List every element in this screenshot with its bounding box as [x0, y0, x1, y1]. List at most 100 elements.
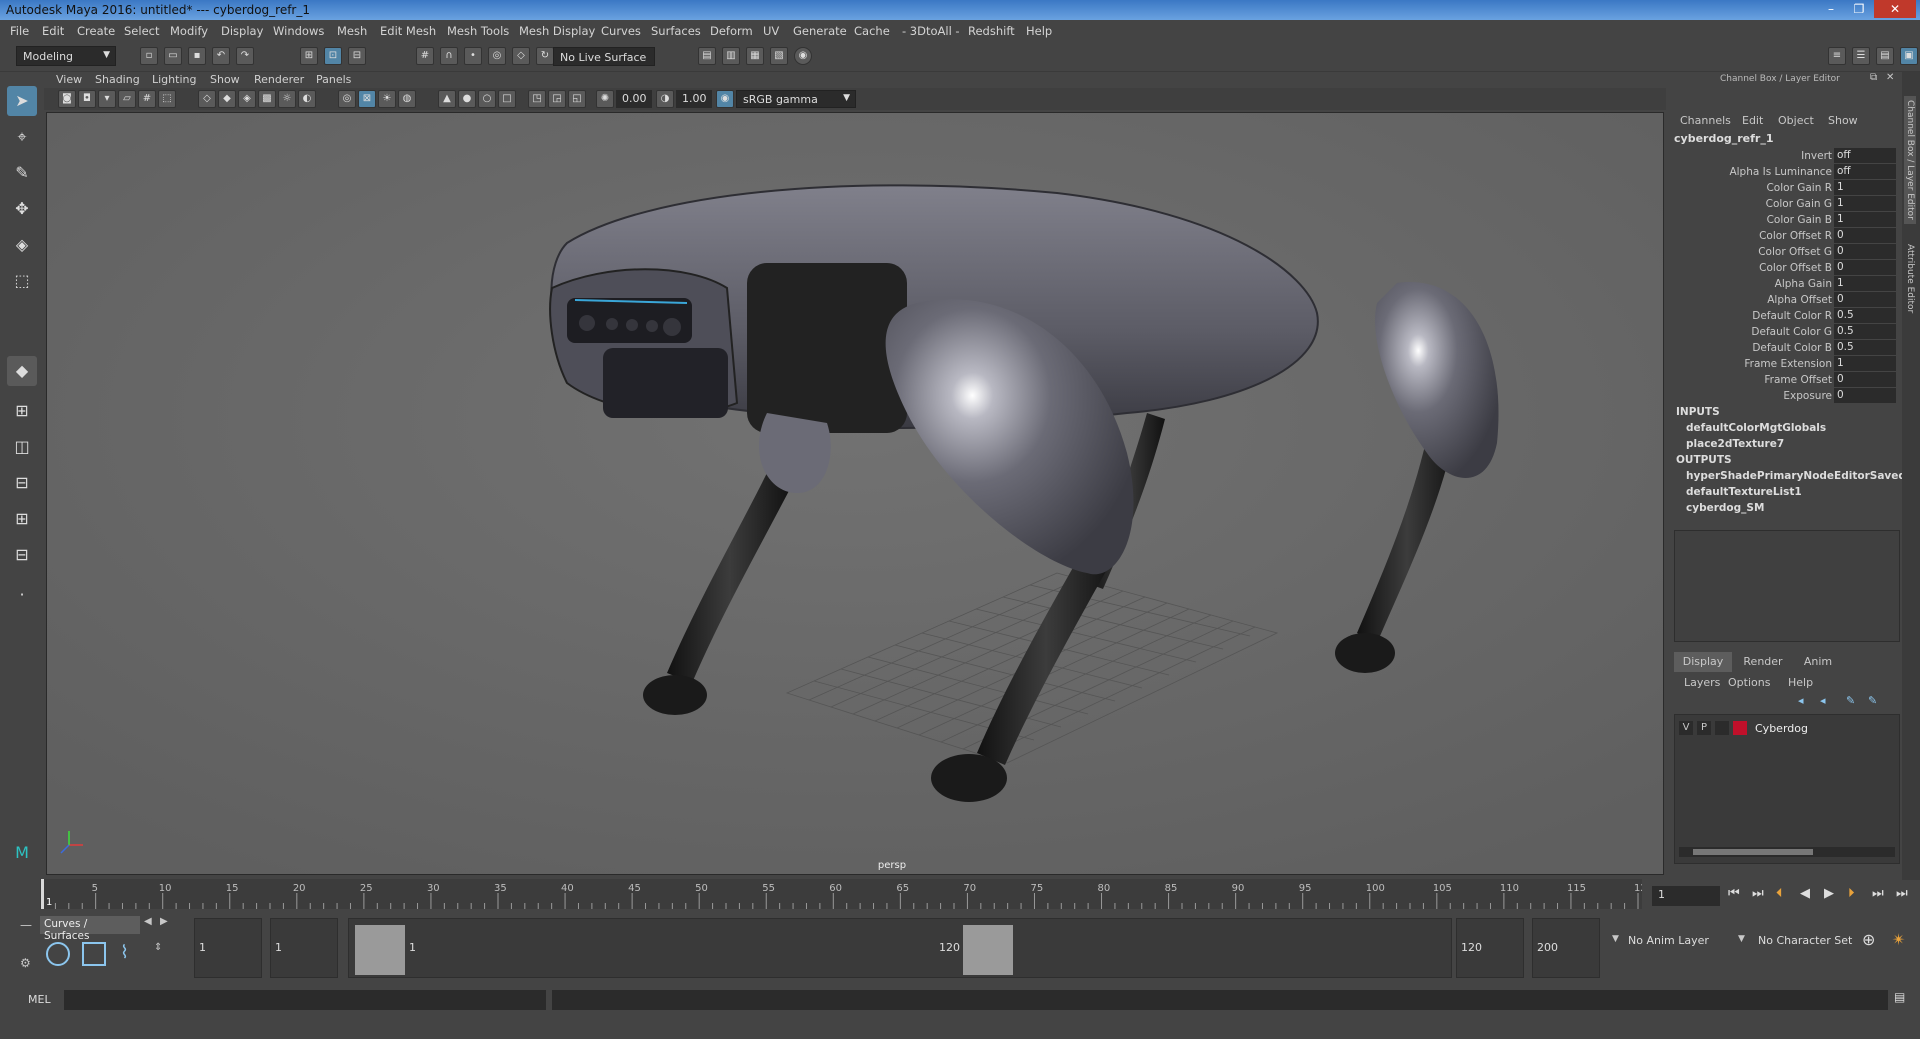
menu-windows[interactable]: Windows	[273, 24, 324, 38]
cb-menu-channels[interactable]: Channels	[1680, 114, 1731, 127]
output-node[interactable]: defaultTextureList1	[1686, 486, 1802, 498]
range-handle-end[interactable]	[963, 925, 1013, 975]
menu-file[interactable]: File	[10, 24, 29, 38]
menu-deform[interactable]: Deform	[710, 24, 753, 38]
attribute-row[interactable]: Color Offset G0	[1670, 244, 1902, 260]
render-frame-icon[interactable]: ▤	[698, 47, 716, 65]
attribute-value[interactable]: 1	[1834, 196, 1896, 211]
step-forward-key-icon[interactable]: ⏭	[1872, 886, 1884, 901]
attribute-row[interactable]: Alpha Gain 1	[1670, 276, 1902, 292]
safe-action-icon[interactable]: ◳	[528, 90, 546, 108]
live-surface-field[interactable]: No Live Surface	[553, 47, 655, 66]
move-layer-up-icon[interactable]: ◂	[1798, 694, 1804, 707]
vp-menu-shading[interactable]: Shading	[95, 73, 140, 86]
attribute-row[interactable]: Color Offset R0	[1670, 228, 1902, 244]
go-to-end-icon[interactable]: ⏭	[1896, 886, 1908, 901]
tab-anim[interactable]: Anim	[1794, 652, 1842, 672]
playback-end-field[interactable]: 120	[1461, 941, 1482, 954]
four-view-layout-icon[interactable]: ⊞	[7, 396, 37, 426]
render-view-icon[interactable]: ◉	[794, 47, 812, 65]
anim-layer-dropdown[interactable]: No Anim Layer	[1628, 934, 1709, 947]
textured-icon[interactable]: ▩	[258, 90, 276, 108]
view-transform-dropdown[interactable]: sRGB gamma ▼	[736, 90, 856, 108]
shelf-tab-next-icon[interactable]: ▶	[160, 916, 168, 927]
safe-title-icon[interactable]: ◲	[548, 90, 566, 108]
open-scene-icon[interactable]: ▭	[164, 47, 182, 65]
vp-menu-view[interactable]: View	[56, 73, 82, 86]
undo-icon[interactable]: ↶	[212, 47, 230, 65]
nurbs-square-icon[interactable]	[82, 942, 106, 966]
ipr-render-icon[interactable]: ▥	[722, 47, 740, 65]
layer-visibility-toggle[interactable]: V	[1679, 721, 1693, 735]
menu-modify[interactable]: Modify	[170, 24, 208, 38]
channel-box-toggle-icon[interactable]: ▣	[1900, 47, 1918, 65]
attribute-row[interactable]: Default Color B 0.5	[1670, 340, 1902, 356]
shadows-icon[interactable]: ◐	[298, 90, 316, 108]
character-set-dropdown[interactable]: No Character Set	[1758, 934, 1852, 947]
xray-joints-icon[interactable]: ☀	[378, 90, 396, 108]
select-object-icon[interactable]: ⊡	[324, 47, 342, 65]
exposure-icon[interactable]: ✺	[596, 90, 614, 108]
smooth-shade-icon[interactable]: ◆	[218, 90, 236, 108]
shelf-tab-curves-surfaces[interactable]: Curves / Surfaces	[40, 916, 140, 942]
use-all-lights-icon[interactable]: ☼	[278, 90, 296, 108]
exposure-field[interactable]: 0.00	[616, 90, 652, 108]
camera-attributes-icon[interactable]: ◘	[78, 90, 96, 108]
nurbs-circle-icon[interactable]	[46, 942, 70, 966]
field-chart-icon[interactable]: ◱	[568, 90, 586, 108]
select-component-icon[interactable]: ⊟	[348, 47, 366, 65]
camera-select-icon[interactable]: ◙	[58, 90, 76, 108]
gamma-field[interactable]: 1.00	[676, 90, 712, 108]
new-layer-icon[interactable]: ✎	[1846, 694, 1855, 707]
image-plane-icon[interactable]: ▱	[118, 90, 136, 108]
menu-mesh-tools[interactable]: Mesh Tools	[447, 24, 509, 38]
play-forwards-icon[interactable]: ▶	[1824, 886, 1834, 901]
menu-set-dropdown[interactable]: Modeling ▼	[16, 46, 116, 66]
render-settings-icon[interactable]: ▦	[746, 47, 764, 65]
step-back-key-icon[interactable]: ⏭	[1752, 886, 1764, 901]
layer-scrollbar-thumb[interactable]	[1693, 849, 1813, 855]
layer-menu-layers[interactable]: Layers	[1684, 676, 1720, 689]
attribute-row[interactable]: Default Color G 0.5	[1670, 324, 1902, 340]
layer-display-type-toggle[interactable]	[1715, 721, 1729, 735]
attribute-row[interactable]: Frame Extension 1	[1670, 356, 1902, 372]
tool-settings-toggle-icon[interactable]: ▤	[1876, 47, 1894, 65]
new-layer-selected-icon[interactable]: ✎	[1868, 694, 1877, 707]
more-layouts-icon[interactable]: ·	[7, 580, 37, 610]
lasso-tool-icon[interactable]: ⌖	[7, 122, 37, 152]
isolate-select-icon[interactable]: ◎	[338, 90, 356, 108]
step-back-frame-icon[interactable]: ⏴	[1776, 886, 1783, 901]
minimize-button[interactable]: –	[1818, 0, 1844, 18]
go-to-start-icon[interactable]: ⏮	[1728, 886, 1740, 901]
single-perspective-layout-icon[interactable]: ◆	[7, 356, 37, 386]
perspective-viewport[interactable]: persp	[46, 112, 1664, 875]
float-panel-icon[interactable]: ⧉	[1870, 72, 1877, 83]
channel-box-side-tab[interactable]: Channel Box / Layer Editor	[1904, 96, 1916, 224]
paint-select-tool-icon[interactable]: ✎	[7, 158, 37, 188]
vp-menu-renderer[interactable]: Renderer	[254, 73, 304, 86]
auto-key-icon[interactable]: ⊕	[1862, 930, 1875, 949]
attribute-value[interactable]: 0	[1834, 228, 1896, 243]
save-scene-icon[interactable]: ▪	[188, 47, 206, 65]
attribute-row[interactable]: Color Offset B0	[1670, 260, 1902, 276]
menu-display[interactable]: Display	[221, 24, 263, 38]
command-language-label[interactable]: MEL	[28, 993, 51, 1006]
input-node[interactable]: place2dTexture7	[1686, 438, 1784, 450]
time-slider[interactable]: 1 5 10 15 20 25 30 35 40 45 50 55 60 65 70 75 80 85 90 95 10…	[40, 879, 1653, 909]
menu-uv[interactable]: UV	[763, 24, 779, 38]
attribute-editor-side-tab[interactable]: Attribute Editor	[1904, 240, 1916, 317]
select-hierarchy-icon[interactable]: ⊞	[300, 47, 318, 65]
shelf-tab-prev-icon[interactable]: ◀	[144, 916, 152, 927]
vp-menu-lighting[interactable]: Lighting	[152, 73, 196, 86]
attribute-value[interactable]: 0	[1834, 244, 1896, 259]
layer-menu-help[interactable]: Help	[1788, 676, 1813, 689]
snap-point-icon[interactable]: •	[464, 47, 482, 65]
color-management-icon[interactable]: ◉	[716, 90, 734, 108]
animation-preferences-icon[interactable]: ✴	[1892, 930, 1905, 949]
attribute-value[interactable]: 0.5	[1834, 324, 1896, 339]
menu-3dtoall[interactable]: - 3DtoAll -	[902, 24, 960, 38]
xray-icon[interactable]: ⊠	[358, 90, 376, 108]
maximize-button[interactable]: ❐	[1846, 0, 1872, 18]
snap-vertex-icon[interactable]: ↻	[536, 47, 554, 65]
menu-curves[interactable]: Curves	[601, 24, 641, 38]
